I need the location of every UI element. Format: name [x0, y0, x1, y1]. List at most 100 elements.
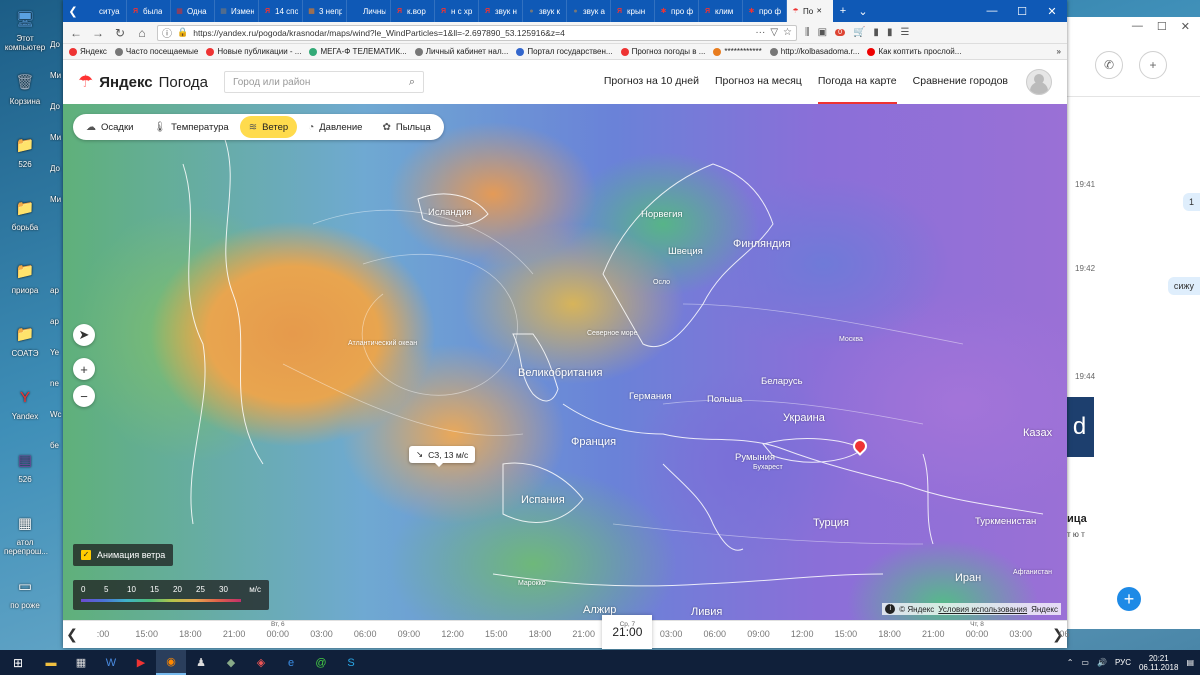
- nav-link[interactable]: Прогноз на месяц: [715, 60, 802, 104]
- timeline-time[interactable]: :00: [81, 629, 125, 639]
- windows-start-icon[interactable]: ⊞: [0, 650, 36, 675]
- timeline-time[interactable]: 03:00: [649, 629, 693, 639]
- tab-scroll-left-icon[interactable]: ❮: [63, 0, 83, 22]
- clock[interactable]: 20:21 06.11.2018: [1139, 654, 1178, 672]
- new-chat-button[interactable]: +: [1117, 587, 1141, 611]
- yandex-weather-logo[interactable]: ☂ Яндекс Погода: [78, 72, 208, 92]
- nav-link[interactable]: Сравнение городов: [913, 60, 1008, 104]
- url-field[interactable]: ⓘ 🔒 https://yandex.ru/pogoda/krasnodar/m…: [157, 24, 797, 41]
- browser-tab[interactable]: Яклим: [699, 0, 743, 22]
- search-icon[interactable]: ⌕: [409, 76, 415, 89]
- layer-tab[interactable]: ✿ Пыльца: [373, 116, 439, 138]
- desktop-icon-label-partial[interactable]: До: [50, 164, 64, 173]
- browser-tab[interactable]: Язвук н: [479, 0, 523, 22]
- map-place-label[interactable]: Германия: [629, 391, 672, 402]
- timeline-time[interactable]: 18:00: [518, 629, 562, 639]
- browser-tab[interactable]: ▦ 3 непр: [303, 0, 347, 22]
- nav-link[interactable]: Прогноз на 10 дней: [604, 60, 699, 104]
- desktop-icon-label-partial[interactable]: ne: [50, 379, 64, 388]
- email-icon[interactable]: @: [306, 650, 336, 675]
- timeline-time[interactable]: 06:00: [693, 629, 737, 639]
- desktop-icon[interactable]: ▤ 526: [4, 447, 46, 485]
- game-icon[interactable]: ◆: [216, 650, 246, 675]
- map-place-label[interactable]: Ливия: [691, 606, 722, 618]
- person-icon[interactable]: ♟: [186, 650, 216, 675]
- bookmark-item[interactable]: Новые публикации - ...: [206, 47, 301, 56]
- browser-tab[interactable]: Личный к: [347, 0, 391, 22]
- browser-tab[interactable]: ● звук а: [567, 0, 611, 22]
- bookmark-item[interactable]: Личный кабинет нал...: [414, 47, 508, 56]
- word-icon[interactable]: W: [96, 650, 126, 675]
- browser-tab[interactable]: Як.вор: [391, 0, 435, 22]
- timeline-time[interactable]: 00:00: [256, 629, 300, 639]
- desktop-icon-label-partial[interactable]: Ми: [50, 71, 64, 80]
- desktop-icon[interactable]: 🗑 Корзина: [4, 69, 46, 107]
- timeline-time[interactable]: 06: [1042, 629, 1086, 639]
- forward-button[interactable]: →: [91, 26, 105, 40]
- map-place-label[interactable]: Осло: [653, 279, 670, 286]
- bookmark-item[interactable]: Яндекс: [69, 47, 107, 56]
- desktop-icon-label-partial[interactable]: бе: [50, 441, 64, 450]
- bookmark-item[interactable]: http://kolbasadoma.r...: [769, 47, 859, 56]
- locate-icon[interactable]: ➤: [73, 324, 95, 346]
- desktop-icon-label-partial[interactable]: Wc: [50, 410, 64, 419]
- timeline-time[interactable]: 00:00: [955, 629, 999, 639]
- timeline-time[interactable]: 15:00: [824, 629, 868, 639]
- timeline-time[interactable]: 18:00: [168, 629, 212, 639]
- browser-tab[interactable]: ▦ Одна: [171, 0, 215, 22]
- map-place-label[interactable]: Великобритания: [518, 367, 602, 379]
- more-icon[interactable]: ···: [755, 27, 765, 38]
- timeline-time[interactable]: 21:00: [911, 629, 955, 639]
- layer-tab[interactable]: 🌡 Температура: [144, 116, 237, 138]
- add-contact-icon[interactable]: +: [1139, 51, 1167, 79]
- bookmark-item[interactable]: Прогноз погоды в ...: [620, 47, 705, 56]
- map-place-label[interactable]: Швеция: [668, 246, 703, 257]
- browser-tab[interactable]: Ябыла: [127, 0, 171, 22]
- wind-animation-toggle[interactable]: ✓ Анимация ветра: [73, 544, 174, 566]
- nav-link[interactable]: Погода на карте: [817, 60, 897, 104]
- sidebar-icon[interactable]: ▣: [818, 27, 827, 38]
- map-place-label[interactable]: Украина: [783, 412, 825, 424]
- bookmark-item[interactable]: МЕГА-Ф ТЕЛЕМАТИК...: [309, 47, 407, 56]
- bookmark-icon[interactable]: ▮: [873, 27, 879, 38]
- weather-map[interactable]: Исландия Норвегия Швеция Финляндия Великобри…: [63, 104, 1067, 620]
- bookmark-item[interactable]: ************: [713, 47, 762, 56]
- maximize-icon[interactable]: ☐: [1157, 20, 1167, 34]
- map-place-label[interactable]: Северное море: [587, 330, 637, 337]
- new-tab-button[interactable]: +: [833, 0, 853, 22]
- browser-tab[interactable]: ● звук к: [523, 0, 567, 22]
- firefox-icon[interactable]: ◉: [156, 650, 186, 675]
- timeline-time[interactable]: 15:00: [474, 629, 518, 639]
- browser-tab[interactable]: ситуа: [83, 0, 127, 22]
- info-icon[interactable]: ⓘ: [162, 25, 172, 40]
- map-place-label[interactable]: Польша: [707, 394, 742, 405]
- map-place-label[interactable]: Турция: [813, 517, 849, 529]
- layer-tab[interactable]: ☁ Осадки: [77, 116, 142, 138]
- browser-tab[interactable]: Ян с хр: [435, 0, 479, 22]
- browser-tab[interactable]: ✱ про ф: [655, 0, 699, 22]
- timeline-time[interactable]: 03:00: [300, 629, 344, 639]
- map-place-label[interactable]: Казах: [1023, 427, 1052, 439]
- zoom-out-button[interactable]: −: [73, 385, 95, 407]
- library-icon[interactable]: ⫼: [805, 27, 810, 38]
- maximize-icon[interactable]: ☐: [1007, 0, 1037, 22]
- browser-tab[interactable]: Якрын: [611, 0, 655, 22]
- desktop-icon-label-partial[interactable]: Ye: [50, 348, 64, 357]
- pocket-icon[interactable]: ▽: [770, 27, 778, 38]
- timeline-time[interactable]: 21:00: [212, 629, 256, 639]
- map-place-label[interactable]: Атлантический океан: [348, 340, 417, 347]
- map-place-label[interactable]: Франция: [571, 436, 616, 448]
- bookmark-item[interactable]: Как коптить прослой...: [867, 47, 961, 56]
- bookmark-item[interactable]: Портал государствен...: [516, 47, 613, 56]
- minimize-icon[interactable]: —: [977, 0, 1007, 22]
- timeline-time[interactable]: 09:00: [387, 629, 431, 639]
- tray-up-icon[interactable]: ⌃: [1067, 658, 1074, 667]
- call-icon[interactable]: ✆: [1095, 51, 1123, 79]
- app-red-icon[interactable]: ◈: [246, 650, 276, 675]
- extension-flag-icon[interactable]: ▮: [887, 27, 893, 38]
- browser-tab[interactable]: Я 14 спо: [259, 0, 303, 22]
- minimize-icon[interactable]: —: [1132, 20, 1143, 34]
- desktop-icon[interactable]: 📁 526: [4, 132, 46, 170]
- desktop-icon[interactable]: ▦ атол перепрош...: [4, 510, 48, 557]
- map-place-label[interactable]: Финляндия: [733, 238, 791, 250]
